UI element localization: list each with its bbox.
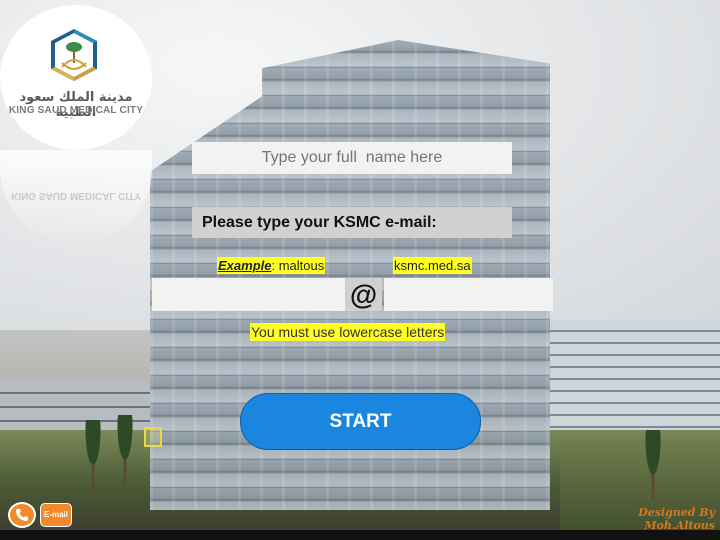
- email-button[interactable]: E-mail: [40, 503, 72, 527]
- palm-tree: [80, 420, 106, 490]
- example-user: : maltous: [271, 258, 325, 273]
- at-symbol: @: [345, 278, 382, 311]
- logo-reflection-text: KING SAUD MEDICAL CITY: [11, 190, 141, 201]
- logo: مدينة الملك سعود الطبية KING SAUD MEDICA…: [0, 5, 152, 150]
- designer-credit: Designed By Moh.Altous: [638, 506, 715, 532]
- example-hint: Example: maltous: [217, 257, 326, 274]
- email-domain-input[interactable]: [384, 278, 553, 311]
- example-label: Example: [218, 258, 272, 273]
- email-label: Please type your KSMC e-mail:: [192, 207, 512, 238]
- palm-tree: [640, 430, 666, 500]
- full-name-input[interactable]: [192, 142, 512, 174]
- hidden-hotspot[interactable]: [144, 427, 162, 447]
- phone-button[interactable]: [8, 502, 36, 528]
- example-domain: ksmc.med.sa: [393, 257, 472, 274]
- phone-icon: [16, 509, 28, 521]
- email-username-input[interactable]: [152, 278, 345, 311]
- start-button[interactable]: START: [240, 393, 481, 450]
- palm-tree: [112, 415, 138, 485]
- logo-emblem-icon: [51, 29, 97, 81]
- lowercase-note: You must use lowercase letters: [250, 323, 446, 341]
- building-right: [548, 320, 720, 440]
- logo-english-text: KING SAUD MEDICAL CITY: [8, 105, 144, 116]
